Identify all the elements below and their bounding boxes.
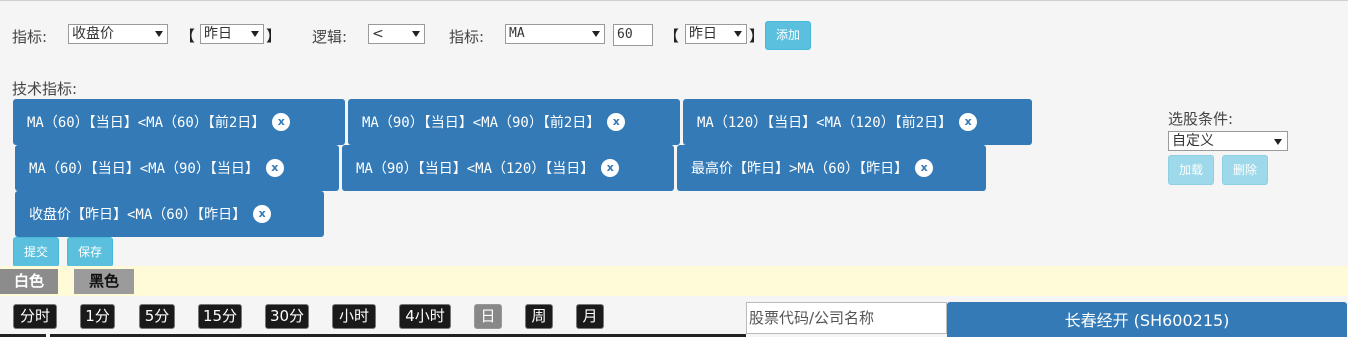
saved-conditions-label: 选股条件: — [1168, 110, 1234, 128]
condition-chip: MA（60）【当日】<MA（60）【前2日】 x — [13, 99, 345, 145]
saved-conditions-select[interactable]: 自定义 — [1168, 131, 1288, 151]
chevron-down-icon — [734, 31, 742, 37]
period-button-30min[interactable]: 30分 — [265, 304, 309, 329]
indicator2-select[interactable]: MA — [505, 24, 605, 44]
remove-condition-button[interactable]: x — [607, 113, 626, 131]
theme-white-button[interactable]: 白色 — [0, 269, 58, 294]
period-button-month[interactable]: 月 — [576, 304, 604, 329]
remove-condition-button[interactable]: x — [253, 205, 272, 223]
chevron-down-icon — [251, 31, 259, 37]
remove-condition-button[interactable]: x — [272, 113, 291, 131]
period-button-4hour[interactable]: 4小时 — [399, 304, 451, 329]
logic-label: 逻辑: — [312, 28, 348, 46]
bracket-close: 】 — [266, 27, 282, 45]
save-button[interactable]: 保存 — [67, 237, 113, 267]
period-button-intraday[interactable]: 分时 — [13, 304, 57, 329]
period-button-15min[interactable]: 15分 — [198, 304, 242, 329]
delete-button[interactable]: 删除 — [1222, 155, 1268, 185]
remove-condition-button[interactable]: x — [959, 113, 978, 131]
indicator1-value: 收盘价 — [72, 26, 114, 42]
condition-chip: 收盘价【昨日】<MA（60）【昨日】 x — [15, 191, 324, 237]
day1-value: 昨日 — [204, 26, 232, 42]
period-button-week[interactable]: 周 — [525, 304, 553, 329]
chevron-down-icon — [1274, 139, 1282, 145]
period-button-1min[interactable]: 1分 — [80, 304, 115, 329]
indicator2-value: MA — [509, 26, 525, 41]
top-divider — [0, 0, 1348, 1]
saved-conditions-value: 自定义 — [1172, 133, 1214, 149]
submit-button[interactable]: 提交 — [13, 237, 59, 267]
condition-chip: MA（120）【当日】<MA（120）【前2日】 x — [683, 99, 1032, 145]
bracket-open-2: 【 — [664, 27, 680, 45]
load-button[interactable]: 加载 — [1168, 155, 1214, 185]
indicator-label: 指标: — [12, 28, 48, 46]
period-button-5min[interactable]: 5分 — [139, 304, 175, 329]
remove-condition-button[interactable]: x — [265, 159, 284, 177]
period-input[interactable]: 60 — [613, 24, 653, 46]
stock-title: 长春经开 (SH600215) — [947, 302, 1347, 337]
chevron-down-icon — [412, 31, 420, 37]
condition-text: MA（60）【当日】<MA（90）【当日】 — [29, 161, 259, 177]
condition-text: MA（90）【当日】<MA（90）【前2日】 — [362, 115, 601, 131]
day1-select[interactable]: 昨日 — [200, 24, 264, 44]
condition-text: 最高价【昨日】>MA（60）【昨日】 — [691, 161, 909, 177]
condition-text: MA（120）【当日】<MA（120）【前2日】 — [697, 115, 953, 131]
logic-value: < — [372, 26, 384, 42]
condition-text: 收盘价【昨日】<MA（60）【昨日】 — [29, 207, 247, 223]
chevron-down-icon — [592, 31, 600, 37]
period-value: 60 — [617, 27, 633, 42]
condition-text: MA（90）【当日】<MA（120）【当日】 — [356, 161, 595, 177]
logic-select[interactable]: < — [368, 24, 425, 44]
chevron-down-icon — [155, 31, 163, 37]
indicator2-label: 指标: — [449, 28, 485, 46]
remove-condition-button[interactable]: x — [915, 159, 934, 177]
condition-builder: 指标: 收盘价 【 昨日 】 逻辑: < 指标: MA 60 【 昨日 】 添加 — [12, 20, 832, 50]
remove-condition-button[interactable]: x — [601, 159, 620, 177]
bracket-open: 【 — [180, 27, 196, 45]
condition-chip: 最高价【昨日】>MA（60）【昨日】 x — [677, 145, 986, 191]
indicator1-select[interactable]: 收盘价 — [68, 24, 168, 44]
day2-value: 昨日 — [689, 26, 717, 42]
tech-indicators-title: 技术指标: — [12, 80, 78, 98]
add-button[interactable]: 添加 — [765, 21, 811, 50]
condition-chip: MA（60）【当日】<MA（90）【当日】 x — [15, 145, 339, 191]
condition-chip: MA（90）【当日】<MA（120）【当日】 x — [342, 145, 674, 191]
theme-bar — [0, 266, 1348, 296]
day2-select[interactable]: 昨日 — [685, 24, 747, 44]
theme-black-button[interactable]: 黑色 — [74, 269, 134, 294]
stock-search-input[interactable]: 股票代码/公司名称 — [746, 302, 947, 334]
condition-text: MA（60）【当日】<MA（60）【前2日】 — [27, 115, 266, 131]
period-button-hour[interactable]: 小时 — [332, 304, 376, 329]
period-button-day[interactable]: 日 — [474, 304, 502, 329]
stock-search-placeholder: 股票代码/公司名称 — [749, 309, 875, 327]
condition-chip: MA（90）【当日】<MA（90）【前2日】 x — [348, 99, 680, 145]
bracket-close-2: 】 — [749, 27, 765, 45]
